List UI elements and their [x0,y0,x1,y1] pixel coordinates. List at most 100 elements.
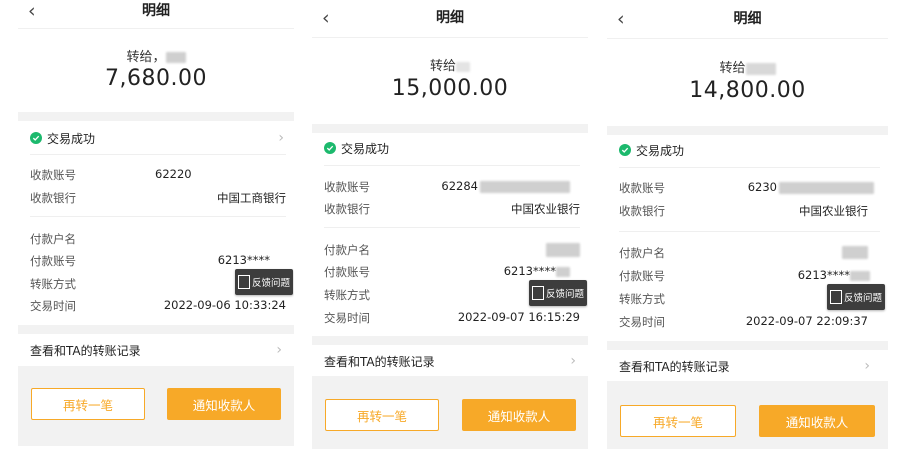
payer-account-label: 付款账号 [619,269,665,283]
chevron-right-icon: › [278,130,284,146]
payee-name-redacted [165,52,186,63]
feedback-button[interactable]: 反馈问题 [529,280,587,306]
receipt-panel-1: ‹ 明细 转给， 7,680.00 交易成功 › 收款账号 62220 收款银行… [18,0,294,449]
transfer-method-label: 转账方式 [619,292,665,306]
action-bar: 再转一笔 通知收款人 [18,366,294,446]
time-value: 2022-09-06 10:33:24 [163,298,286,312]
payee-account-label: 收款账号 [324,180,370,194]
payee-name-redacted [456,61,470,72]
action-bar: 再转一笔 通知收款人 [607,381,888,449]
chevron-right-icon: › [864,358,870,374]
feedback-icon [237,275,250,289]
payer-name-row: 付款户名 [30,231,286,249]
history-label: 查看和TA的转账记录 [619,359,730,374]
time-label: 交易时间 [619,315,665,329]
nav-bar: ‹ 明细 [18,0,294,26]
name-redacted [546,242,580,257]
time-row: 交易时间 2022-09-06 10:33:24 [30,298,286,316]
transfer-method-label: 转账方式 [30,277,76,291]
payer-name-label: 付款户名 [30,232,76,246]
time-label: 交易时间 [324,311,370,325]
feedback-button[interactable]: 反馈问题 [235,269,293,295]
page-title: 明细 [142,3,170,19]
nav-divider [18,28,294,29]
nav-divider [312,37,588,38]
payee-account-row: 收款账号 62220 [30,167,286,185]
check-circle-icon [619,144,631,156]
payee-bank-row: 收款银行 中国农业银行 [324,201,580,219]
time-value: 2022-09-07 22:09:37 [745,314,868,328]
payer-account-label: 付款账号 [324,265,370,279]
payee-prefix: 转给 [719,61,746,76]
payee-account-value: 62284 [441,179,570,193]
receipt-collage: ‹ 明细 转给， 7,680.00 交易成功 › 收款账号 62220 收款银行… [0,0,912,449]
payee-line: 转给 [607,57,888,76]
payee-bank-label: 收款银行 [324,202,370,216]
notify-payee-button[interactable]: 通知收款人 [462,399,576,431]
amount: 7,680.00 [105,66,207,91]
section-divider [607,126,888,135]
payee-bank-row: 收款银行 中国农业银行 [619,203,880,221]
row-divider [30,216,286,217]
payer-name-value [842,245,868,259]
feedback-icon [531,286,544,300]
payee-account-value: 62220 [155,167,192,181]
status-text: 交易成功 [47,131,96,146]
history-label: 查看和TA的转账记录 [324,354,435,369]
payee-account-row: 收款账号 62284 [324,179,580,197]
payee-bank-label: 收款银行 [30,191,76,205]
status-row[interactable]: 交易成功 [619,139,878,161]
amount: 15,000.00 [391,76,509,101]
transfer-history-link[interactable]: 查看和TA的转账记录 › [18,336,294,364]
notify-payee-button[interactable]: 通知收款人 [759,405,875,437]
receipt-panel-2: ‹ 明细 转给 15,000.00 交易成功 收款账号 62284 收款银行 中… [312,0,588,449]
payee-bank-value: 中国农业银行 [799,204,868,218]
feedback-label: 反馈问题 [545,289,584,300]
payee-bank-label: 收款银行 [619,204,665,218]
payee-account-value: 6230 [748,180,874,194]
transfer-again-button[interactable]: 再转一笔 [620,405,736,437]
status-text: 交易成功 [341,141,390,156]
payer-account-value: 6213**** [217,253,270,267]
section-divider [312,336,588,345]
payee-account-row: 收款账号 6230 [619,180,880,198]
payee-bank-value: 中国工商银行 [217,191,286,205]
time-row: 交易时间 2022-09-07 22:09:37 [619,314,880,332]
payer-account-label: 付款账号 [30,254,76,268]
account-redacted [779,181,874,194]
payer-account-value: 6213**** [504,264,570,278]
notify-payee-button[interactable]: 通知收款人 [167,388,281,420]
feedback-label: 反馈问题 [251,278,290,289]
payer-name-row: 付款户名 [619,245,880,263]
payee-prefix: 转给， [126,50,166,65]
name-redacted [842,246,868,259]
payee-account-label: 收款账号 [619,181,665,195]
history-label: 查看和TA的转账记录 [30,343,141,358]
transfer-history-link[interactable]: 查看和TA的转账记录 › [312,347,588,375]
page-title: 明细 [436,10,464,26]
check-circle-icon [30,132,42,144]
transfer-again-button[interactable]: 再转一笔 [31,388,145,420]
transfer-history-link[interactable]: 查看和TA的转账记录 › [607,352,888,380]
check-circle-icon [324,142,336,154]
payee-account-label: 收款账号 [30,168,76,182]
transfer-again-button[interactable]: 再转一笔 [325,399,439,431]
amount: 14,800.00 [689,78,806,103]
payee-prefix: 转给 [429,59,456,74]
nav-bar: ‹ 明细 [312,3,588,33]
action-bar: 再转一笔 通知收款人 [312,376,588,449]
payer-name-label: 付款户名 [619,246,665,260]
payee-bank-row: 收款银行 中国工商银行 [30,190,286,208]
payer-name-label: 付款户名 [324,243,370,257]
feedback-label: 反馈问题 [843,293,882,304]
page-title: 明细 [733,11,762,27]
account-redacted [850,270,870,281]
status-row[interactable]: 交易成功 › [30,127,284,149]
status-text: 交易成功 [636,143,685,158]
feedback-button[interactable]: 反馈问题 [827,284,885,310]
payer-name-value [546,242,580,257]
chevron-right-icon: › [276,342,282,358]
payee-line: 转给 [312,55,588,74]
status-row[interactable]: 交易成功 [324,137,578,159]
row-divider [619,231,880,232]
